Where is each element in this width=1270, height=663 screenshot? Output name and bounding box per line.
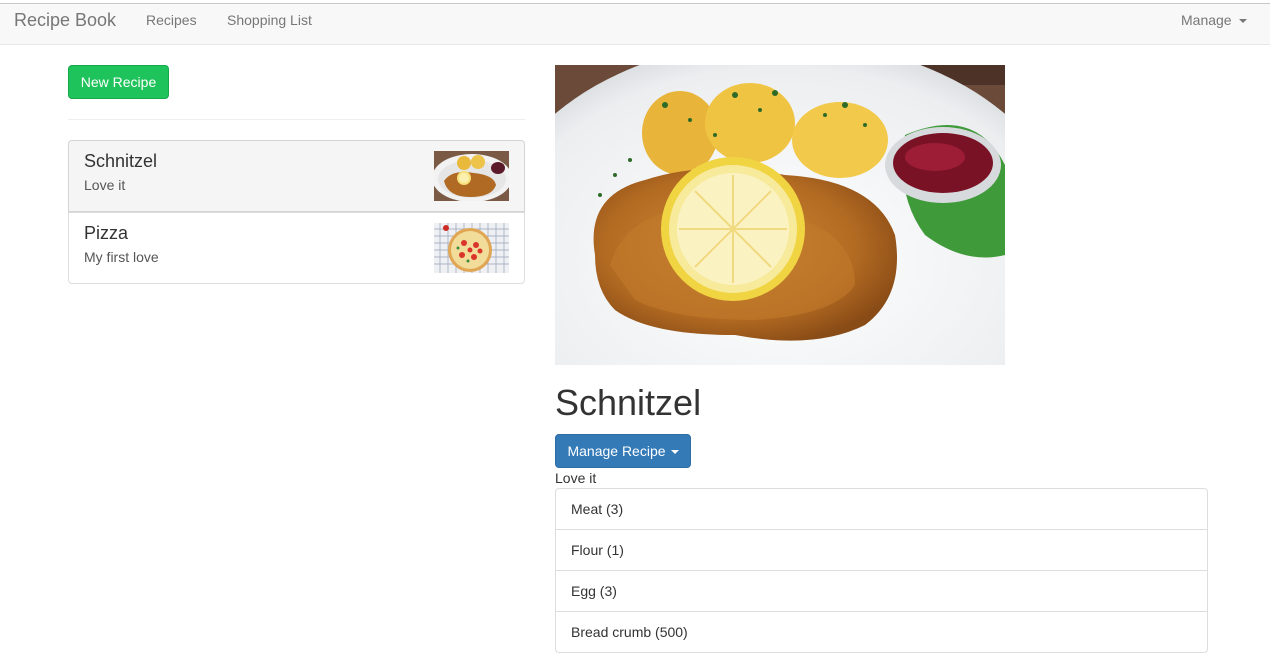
caret-down-icon bbox=[1238, 18, 1247, 23]
ingredient-item[interactable]: Flour (1) bbox=[555, 530, 1208, 571]
recipe-title: Schnitzel bbox=[555, 382, 702, 423]
navbar: Recipe Book Recipes Shopping List Manage bbox=[0, 3, 1270, 45]
ingredient-list: Meat (3) Flour (1) Egg (3) Bread crumb (… bbox=[555, 488, 1208, 653]
caret-down-icon bbox=[670, 449, 679, 454]
manage-dropdown[interactable]: Manage bbox=[1181, 12, 1247, 28]
recipe-detail-image bbox=[555, 65, 1005, 365]
schnitzel-thumbnail-image bbox=[434, 151, 509, 201]
ingredient-item[interactable]: Egg (3) bbox=[555, 571, 1208, 612]
nav-shopping-list-link[interactable]: Shopping List bbox=[227, 12, 312, 28]
recipe-item-schnitzel[interactable]: Schnitzel Love it bbox=[68, 140, 525, 212]
recipe-name: Schnitzel bbox=[84, 151, 158, 171]
recipe-item-pizza[interactable]: Pizza My first love bbox=[68, 212, 525, 284]
recipe-description: My first love bbox=[84, 249, 159, 265]
brand-link[interactable]: Recipe Book bbox=[14, 10, 116, 31]
pizza-thumbnail-image bbox=[434, 223, 509, 273]
recipe-name: Pizza bbox=[84, 223, 129, 243]
ingredient-item[interactable]: Meat (3) bbox=[555, 488, 1208, 530]
manage-label: Manage bbox=[1181, 12, 1232, 28]
recipe-list: Schnitzel Love it Pizza My first love bbox=[68, 140, 525, 284]
ingredient-item[interactable]: Bread crumb (500) bbox=[555, 612, 1208, 653]
divider bbox=[68, 119, 525, 120]
nav-recipes-link[interactable]: Recipes bbox=[146, 12, 197, 28]
new-recipe-button[interactable]: New Recipe bbox=[68, 65, 169, 99]
recipe-description: Love it bbox=[555, 470, 597, 486]
manage-recipe-label: Manage Recipe bbox=[567, 443, 666, 459]
manage-recipe-button[interactable]: Manage Recipe bbox=[555, 434, 691, 468]
recipe-description: Love it bbox=[84, 177, 126, 193]
